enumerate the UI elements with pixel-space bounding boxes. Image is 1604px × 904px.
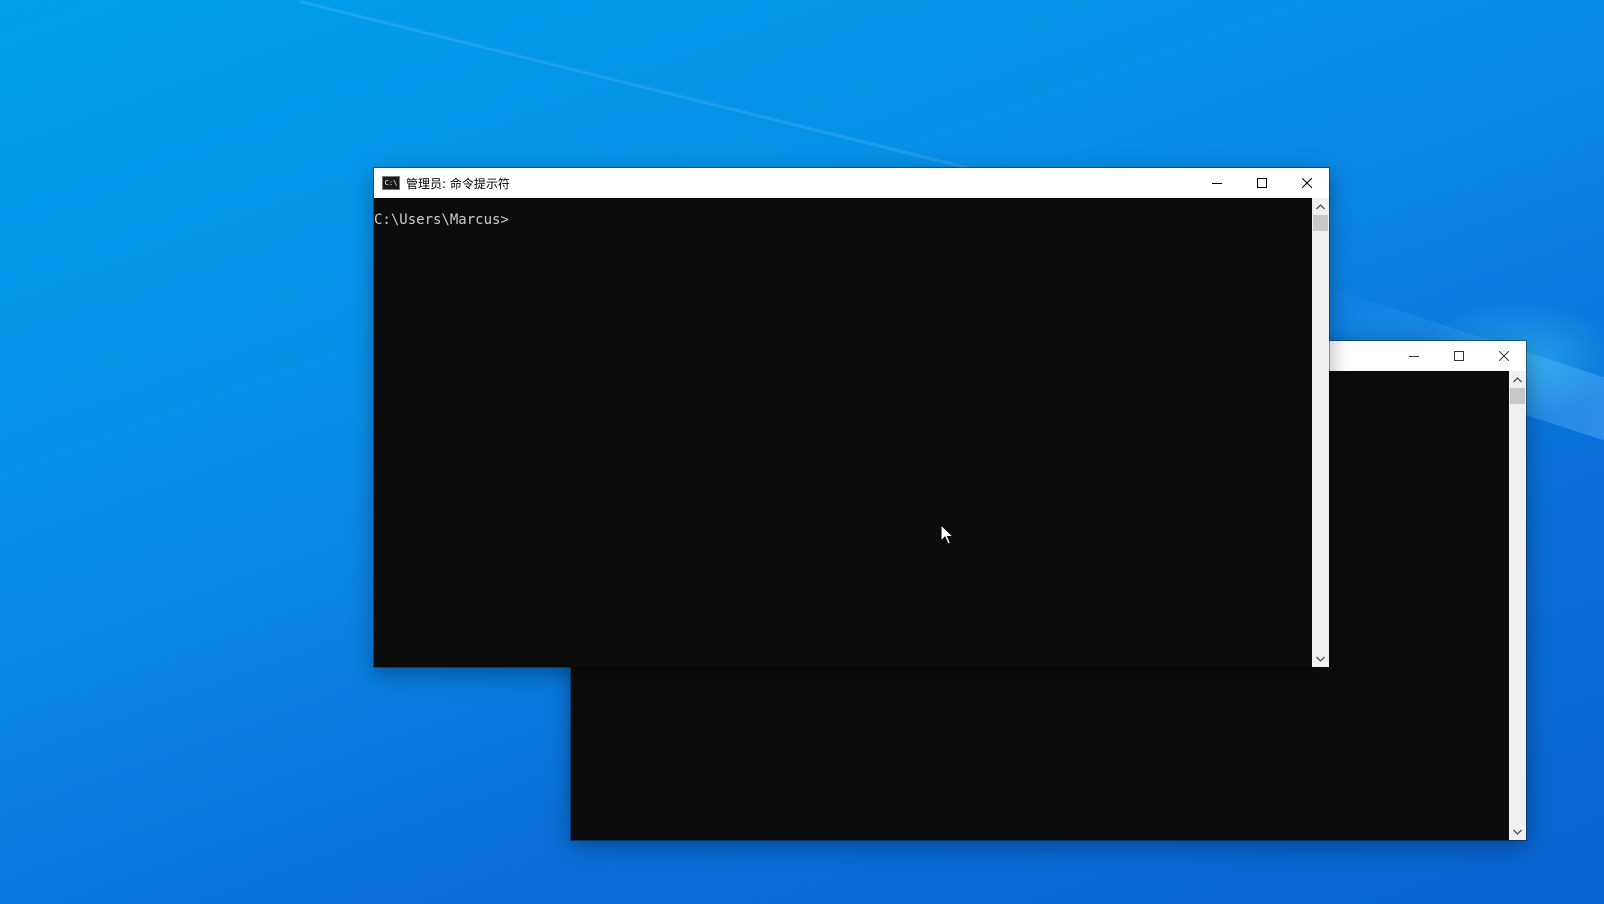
maximize-icon <box>1453 351 1464 361</box>
cmd-app-icon[interactable]: C:\ <box>382 176 400 190</box>
chevron-up-icon <box>1513 376 1522 382</box>
desktop[interactable]: C:\ 管理员: 命令提示符 C:\Users\Marcus> <box>0 0 1604 904</box>
window-title: 管理员: 命令提示符 <box>406 176 510 191</box>
chevron-down-icon <box>1316 656 1325 662</box>
minimize-button[interactable] <box>1391 341 1436 371</box>
maximize-button[interactable] <box>1436 341 1481 371</box>
wallpaper-light-beam <box>299 0 1038 187</box>
vertical-scrollbar[interactable] <box>1509 371 1526 840</box>
caption-buttons <box>1194 168 1329 198</box>
maximize-button[interactable] <box>1239 168 1284 198</box>
minimize-button[interactable] <box>1194 168 1239 198</box>
maximize-icon <box>1256 178 1267 188</box>
arrow-cursor-icon <box>940 523 955 545</box>
scroll-down-button[interactable] <box>1509 823 1526 840</box>
caption-buttons <box>1391 341 1526 371</box>
mouse-cursor <box>940 523 955 550</box>
scroll-thumb[interactable] <box>1510 388 1525 404</box>
minimize-icon <box>1408 356 1419 357</box>
scroll-thumb[interactable] <box>1313 215 1328 231</box>
chevron-up-icon <box>1316 203 1325 209</box>
minimize-icon <box>1211 183 1222 184</box>
scroll-up-button[interactable] <box>1312 198 1329 215</box>
chevron-down-icon <box>1513 829 1522 835</box>
scroll-up-button[interactable] <box>1509 371 1526 388</box>
close-button[interactable] <box>1284 168 1329 198</box>
vertical-scrollbar[interactable] <box>1312 198 1329 667</box>
scroll-down-button[interactable] <box>1312 650 1329 667</box>
close-icon <box>1498 351 1509 361</box>
console-area[interactable]: C:\Users\Marcus> <box>374 198 1312 667</box>
title-bar[interactable]: C:\ 管理员: 命令提示符 <box>374 168 1329 198</box>
cmd-window-foreground[interactable]: C:\ 管理员: 命令提示符 C:\Users\Marcus> <box>374 168 1329 667</box>
console-prompt: C:\Users\Marcus> <box>374 212 509 228</box>
close-icon <box>1301 178 1312 188</box>
close-button[interactable] <box>1481 341 1526 371</box>
